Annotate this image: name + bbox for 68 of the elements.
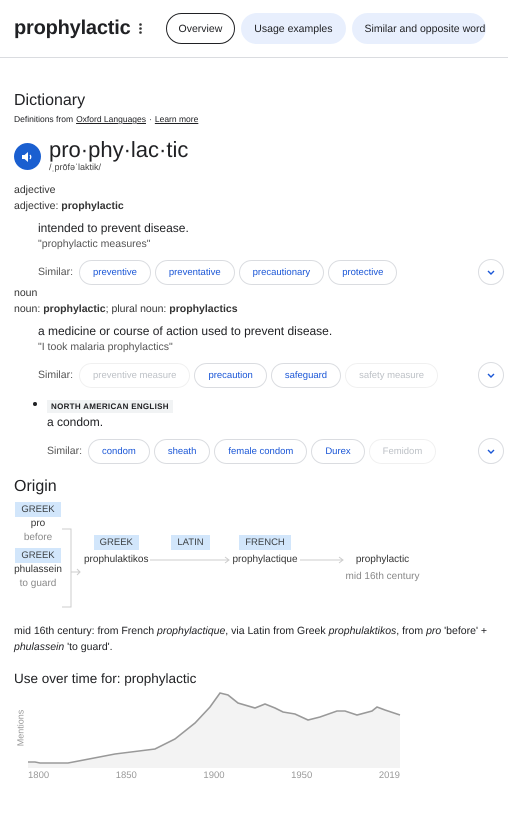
- tab[interactable]: Usage examples: [241, 13, 346, 44]
- axis-tick-label: 1800: [28, 770, 50, 781]
- language-tag: LATIN: [171, 535, 210, 550]
- source-text: Definitions from: [14, 114, 74, 124]
- arrow-icon: [150, 556, 230, 564]
- similar-label: Similar:: [47, 445, 82, 457]
- example-text: "prophylactic measures": [38, 238, 152, 250]
- word-forms: noun: prophylactic; plural noun: prophylactics: [14, 302, 239, 317]
- pronounce-button[interactable]: [14, 143, 41, 170]
- synonym-chip[interactable]: condom: [88, 438, 150, 464]
- axis-tick-label: 2019: [378, 770, 400, 781]
- chevron-down-icon: [487, 270, 495, 274]
- synonym-chip[interactable]: sheath: [154, 438, 210, 464]
- root-gloss: to guard: [20, 577, 56, 590]
- axis-label: Mentions: [14, 708, 26, 748]
- headword: pro·phy·lac·tic: [49, 138, 188, 162]
- axis-tick-label: 1850: [116, 770, 137, 781]
- tab[interactable]: Overview: [166, 13, 236, 44]
- separator-text: ·: [149, 114, 152, 124]
- learn-more-link[interactable]: Learn more: [154, 114, 198, 124]
- region-label: NORTH AMERICAN ENGLISH: [47, 400, 173, 413]
- synonym-chip[interactable]: Durex: [311, 438, 365, 464]
- axis-tick-label: 1950: [291, 770, 312, 781]
- language-tag: FRENCH: [239, 535, 291, 550]
- expand-button[interactable]: [478, 259, 504, 285]
- phonetic-text: /ˌprōfəˈlaktik/: [49, 162, 102, 172]
- expand-button[interactable]: [478, 362, 504, 388]
- chevron-down-icon: [487, 448, 495, 454]
- etymon-word: prophylactique: [232, 553, 298, 567]
- section-heading: Origin: [14, 478, 58, 496]
- tab[interactable]: Similar and opposite word: [352, 13, 486, 44]
- synonym-chip[interactable]: female condom: [214, 438, 308, 464]
- part-of-speech: noun: [14, 286, 38, 301]
- etymon-word: prophulaktikos: [84, 553, 148, 567]
- example-text: "I took malaria prophylactics": [38, 341, 174, 353]
- language-tag: GREEK: [15, 502, 61, 517]
- chevron-down-icon: [487, 372, 495, 378]
- similar-label: Similar:: [38, 369, 74, 381]
- origin-text: mid 16th century: from French prophylactique, via Latin from Greek prophulaktikos, from pro 'before' + phulassein 'to guard'.: [14, 624, 488, 655]
- word-forms: adjective: prophylactic: [14, 199, 125, 214]
- source-link[interactable]: Oxford Languages: [76, 114, 146, 124]
- definition-text: a condom.: [47, 414, 104, 430]
- language-tag: GREEK: [15, 548, 61, 563]
- definition-text: a medicine or course of action used to prevent disease.: [38, 323, 334, 339]
- axis-tick-label: 1900: [203, 770, 225, 781]
- expand-button[interactable]: [478, 438, 504, 464]
- more-options-icon[interactable]: [138, 23, 142, 34]
- bullet-icon: [33, 402, 37, 406]
- etymon-word: prophylactic: [356, 553, 410, 567]
- date-text: mid 16th century: [346, 570, 420, 583]
- synonym-chip[interactable]: safeguard: [270, 362, 342, 388]
- similar-label: Similar:: [38, 266, 74, 278]
- root-word: phulassein: [14, 563, 62, 577]
- page-title: prophylactic: [14, 17, 131, 40]
- synonym-chip[interactable]: preventative: [154, 260, 235, 284]
- synonym-chip[interactable]: protective: [328, 260, 398, 284]
- synonym-chip[interactable]: preventive: [79, 260, 151, 284]
- synonym-chip[interactable]: precautionary: [238, 260, 324, 284]
- speaker-icon: [21, 150, 34, 162]
- chart-title: Use over time for: prophylactic: [14, 671, 198, 686]
- arrow-icon: [300, 556, 344, 564]
- section-heading: Dictionary: [14, 92, 86, 110]
- language-tag: GREEK: [94, 535, 139, 550]
- root-word: pro: [30, 517, 46, 531]
- definition-text: intended to prevent disease.: [38, 220, 190, 236]
- synonym-chip[interactable]: precaution: [194, 362, 267, 388]
- root-gloss: before: [24, 531, 52, 544]
- part-of-speech: adjective: [14, 183, 56, 198]
